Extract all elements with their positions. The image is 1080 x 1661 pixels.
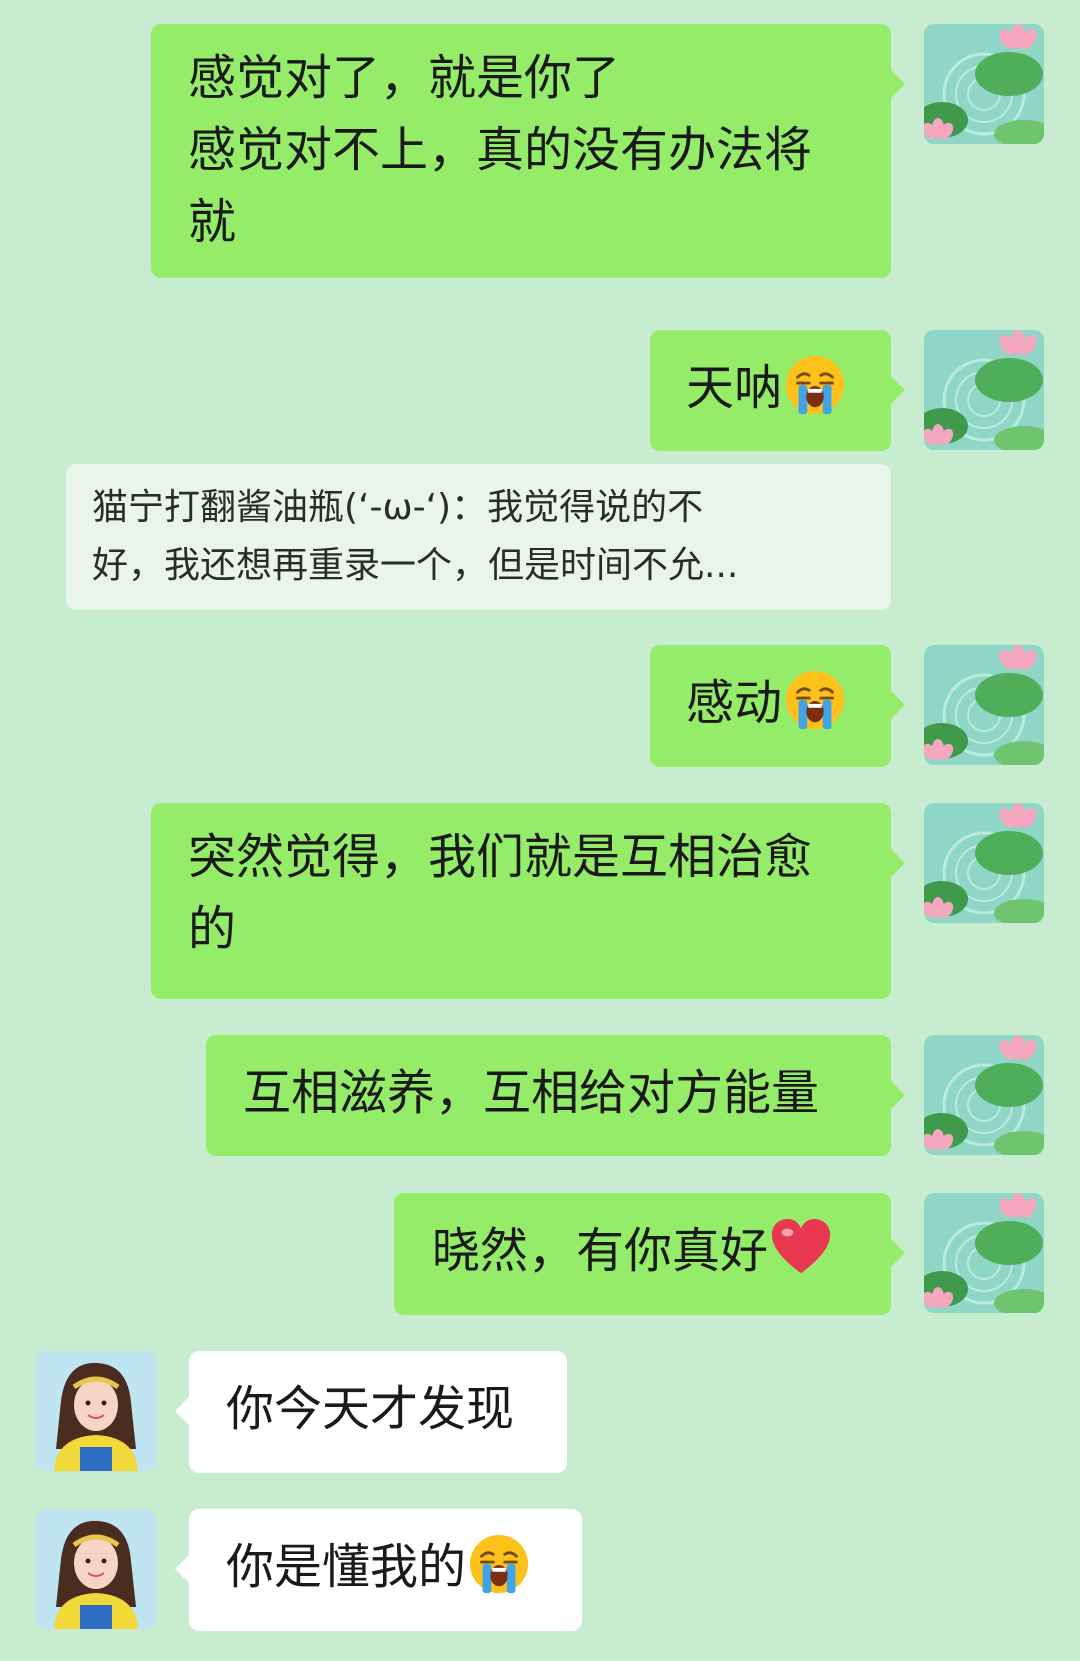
message-line: 的 bbox=[188, 901, 237, 957]
quote-line: 好，我还想再重录一个，但是时间不允... bbox=[92, 545, 739, 586]
message-text: 天呐 bbox=[686, 360, 783, 416]
message-text: 你今天才发现 bbox=[226, 1381, 515, 1437]
self-avatar[interactable] bbox=[924, 330, 1044, 450]
message-bubble-outgoing[interactable]: 天呐 bbox=[650, 330, 905, 451]
message-line: 就 bbox=[188, 194, 237, 250]
message-line: 感觉对了，就是你了 bbox=[188, 50, 621, 106]
message-text: 感动 bbox=[686, 675, 783, 731]
red-heart-icon bbox=[770, 1217, 832, 1279]
self-avatar[interactable] bbox=[924, 1035, 1044, 1155]
loudly-crying-face-icon bbox=[784, 354, 846, 416]
message-bubble-outgoing[interactable]: 感动 bbox=[650, 645, 905, 767]
contact-avatar[interactable] bbox=[36, 1351, 156, 1471]
message-text: 你是懂我的 bbox=[226, 1539, 467, 1595]
message-line: 突然觉得，我们就是互相治愈 bbox=[188, 829, 813, 885]
message-bubble-incoming[interactable]: 你是懂我的 bbox=[175, 1509, 582, 1631]
message-text: 晓然，有你真好 bbox=[432, 1223, 769, 1279]
message-bubble-outgoing[interactable]: 互相滋养，互相给对方能量 bbox=[206, 1035, 905, 1156]
chat-area[interactable]: 感觉对了，就是你了 感觉对不上，真的没有办法将 就 天呐 猫宁打翻酱油瓶(ʻ-ω… bbox=[0, 0, 1080, 1661]
self-avatar[interactable] bbox=[924, 24, 1044, 144]
self-avatar[interactable] bbox=[924, 1193, 1044, 1313]
quoted-message[interactable]: 猫宁打翻酱油瓶(ʻ-ω-ʻ)：我觉得说的不 好，我还想再重录一个，但是时间不允.… bbox=[66, 464, 891, 610]
self-avatar[interactable] bbox=[924, 803, 1044, 923]
loudly-crying-face-icon bbox=[784, 669, 846, 731]
message-bubble-incoming[interactable]: 你今天才发现 bbox=[175, 1351, 567, 1473]
message-line: 感觉对不上，真的没有办法将 bbox=[188, 122, 813, 178]
self-avatar[interactable] bbox=[924, 645, 1044, 765]
contact-avatar[interactable] bbox=[36, 1509, 156, 1629]
loudly-crying-face-icon bbox=[468, 1533, 530, 1595]
message-text: 互相滋养，互相给对方能量 bbox=[243, 1065, 820, 1121]
message-bubble-outgoing[interactable]: 晓然，有你真好 bbox=[394, 1193, 905, 1315]
message-bubble-outgoing[interactable]: 感觉对了，就是你了 感觉对不上，真的没有办法将 就 bbox=[151, 24, 905, 278]
quote-line: 猫宁打翻酱油瓶(ʻ-ω-ʻ)：我觉得说的不 bbox=[92, 487, 704, 528]
message-bubble-outgoing[interactable]: 突然觉得，我们就是互相治愈 的 bbox=[151, 803, 905, 999]
